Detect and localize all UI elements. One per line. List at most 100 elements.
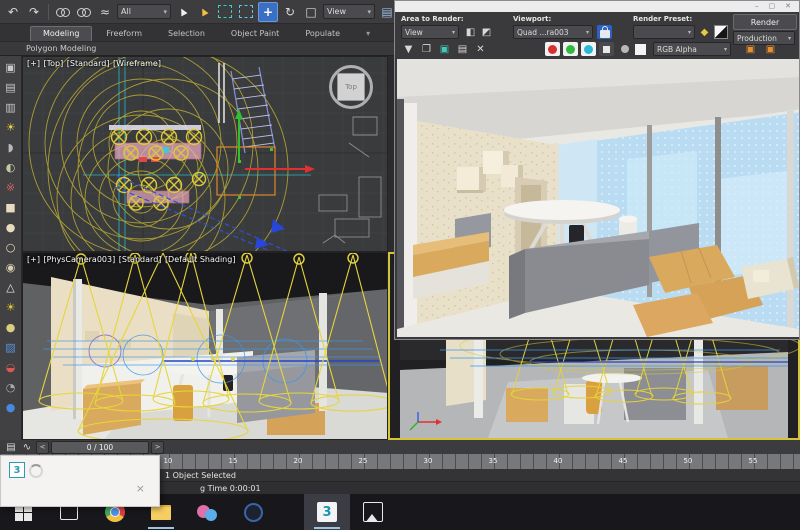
tick-label: 35 bbox=[489, 457, 498, 465]
time-slider-row: ▤ ∿ < 0 / 100 > bbox=[0, 440, 800, 454]
teapot-primitive-icon[interactable]: ◉ bbox=[2, 258, 20, 276]
print-image-icon[interactable]: ▤ bbox=[455, 42, 470, 56]
paint3d-button[interactable] bbox=[184, 494, 230, 530]
redo-icon[interactable]: ↷ bbox=[25, 3, 43, 21]
viewport-top-label: [+] [Top] [Standard] [Wireframe] bbox=[27, 59, 162, 68]
alpha-channel-icon[interactable] bbox=[599, 42, 614, 56]
viewcube-top-face[interactable]: Top bbox=[337, 73, 365, 101]
minimize-icon[interactable]: – bbox=[755, 3, 759, 10]
viewport-view-menu[interactable]: [PhysCamera003] bbox=[44, 255, 116, 264]
box-primitive-icon[interactable]: ■ bbox=[2, 198, 20, 216]
camera-view-canvas[interactable] bbox=[23, 253, 388, 440]
undo-icon[interactable]: ↶ bbox=[4, 3, 22, 21]
viewport-top[interactable]: [+] [Top] [Standard] [Wireframe] Top bbox=[22, 56, 388, 252]
tab-modeling[interactable]: Modeling bbox=[30, 26, 92, 41]
spheres-icon[interactable]: ◒ bbox=[2, 358, 20, 376]
layer-list-icon[interactable]: ▥ bbox=[2, 98, 20, 116]
green-channel-icon[interactable] bbox=[563, 42, 578, 56]
blob-primitive-icon[interactable]: ● bbox=[2, 218, 20, 236]
mini-curve-icon[interactable]: ∿ bbox=[20, 441, 34, 453]
environment-icon[interactable] bbox=[713, 25, 728, 39]
current-frame-field[interactable]: 0 / 100 bbox=[51, 441, 149, 454]
sun-light-icon[interactable]: ☀ bbox=[2, 298, 20, 316]
scale-tool-icon[interactable]: □ bbox=[302, 3, 320, 21]
move-tool-icon[interactable]: + bbox=[258, 2, 278, 22]
popup-close-icon[interactable]: × bbox=[136, 482, 145, 495]
viewport-style-menu[interactable]: [Standard] bbox=[67, 59, 110, 68]
save-image-icon[interactable]: ▼ bbox=[401, 42, 416, 56]
curve-editor-icon[interactable]: ▤ bbox=[4, 441, 18, 453]
disc-icon[interactable]: ● bbox=[2, 318, 20, 336]
app-circle-button[interactable] bbox=[230, 494, 276, 530]
crossing-selection-icon[interactable] bbox=[237, 3, 255, 21]
rotate-tool-icon[interactable]: ↻ bbox=[281, 3, 299, 21]
tan-box2 bbox=[716, 366, 768, 410]
viewport-lock-icon[interactable] bbox=[597, 25, 612, 39]
render-preset-dropdown[interactable]: ▾ bbox=[633, 25, 695, 39]
tab-freeform[interactable]: Freeform bbox=[94, 27, 154, 41]
render-frame-window[interactable]: – ▢ ✕ Area to Render: View ▾ ◧ ◩ Viewpor… bbox=[394, 0, 800, 340]
viewport-shading-menu[interactable]: [Default Shading] bbox=[165, 255, 236, 264]
tick-label: 45 bbox=[619, 457, 628, 465]
ball-icon[interactable]: ● bbox=[2, 398, 20, 416]
color-correct-icon[interactable]: ▣ bbox=[743, 42, 758, 56]
render-setup-teapot-icon[interactable]: ◆ bbox=[697, 25, 712, 39]
cone-primitive-icon[interactable]: △ bbox=[2, 278, 20, 296]
tab-populate[interactable]: Populate bbox=[293, 27, 352, 41]
clone-window-icon[interactable]: ▣ bbox=[437, 42, 452, 56]
rendered-image[interactable] bbox=[397, 59, 799, 337]
viewport-style-menu[interactable]: [Standard] bbox=[119, 255, 162, 264]
reference-coordinate-dropdown[interactable]: View ▾ bbox=[323, 4, 375, 19]
unlink-icon[interactable] bbox=[75, 3, 93, 21]
tab-selection[interactable]: Selection bbox=[156, 27, 217, 41]
table-top bbox=[582, 373, 642, 383]
scene-list-icon[interactable]: ▤ bbox=[2, 78, 20, 96]
monochrome-icon[interactable] bbox=[617, 42, 632, 56]
select-by-name-icon[interactable]: ▲ bbox=[192, 0, 216, 24]
viewport-menu-plus[interactable]: [+] bbox=[27, 59, 40, 68]
auto-region-icon[interactable]: ◩ bbox=[479, 25, 494, 39]
photos-taskbar-button[interactable] bbox=[350, 494, 396, 530]
red-channel-icon[interactable] bbox=[545, 42, 560, 56]
spotlight-icon[interactable]: ◗ bbox=[2, 138, 20, 156]
previous-frame-button[interactable]: < bbox=[36, 441, 49, 454]
display-alpha-icon[interactable] bbox=[633, 42, 648, 56]
area-to-render-dropdown[interactable]: View ▾ bbox=[401, 25, 459, 39]
photos-icon bbox=[363, 502, 383, 522]
clear-image-icon[interactable]: ✕ bbox=[473, 42, 488, 56]
render-window-titlebar[interactable]: – ▢ ✕ bbox=[395, 1, 799, 12]
photometric-light-icon[interactable]: ◐ bbox=[2, 158, 20, 176]
render-button[interactable]: Render bbox=[733, 14, 797, 30]
camera-body-icon[interactable]: ◔ bbox=[2, 378, 20, 396]
alpha-glyph bbox=[603, 46, 610, 53]
gamma-icon[interactable]: ▣ bbox=[763, 42, 778, 56]
maximize-icon[interactable]: ▢ bbox=[769, 3, 776, 10]
select-object-icon[interactable]: ▲ bbox=[171, 0, 195, 24]
viewport-menu-plus[interactable]: [+] bbox=[27, 255, 40, 264]
close-icon[interactable]: ✕ bbox=[785, 3, 791, 10]
channel-display-dropdown[interactable]: RGB Alpha ▾ bbox=[653, 42, 731, 56]
sphere-primitive-icon[interactable]: ○ bbox=[2, 238, 20, 256]
select-link-icon[interactable] bbox=[54, 3, 72, 21]
viewport-dropdown[interactable]: Quad ...ra003 ▾ bbox=[513, 25, 593, 39]
light-bulb-icon[interactable]: ☀ bbox=[2, 118, 20, 136]
omni-cluster-icon[interactable]: ※ bbox=[2, 178, 20, 196]
viewport-view-menu[interactable]: [Top] bbox=[44, 59, 64, 68]
render-progress-popup[interactable]: 3 × bbox=[0, 455, 160, 507]
3dsmax-taskbar-button[interactable]: 3 bbox=[304, 494, 350, 530]
viewport-shading-menu[interactable]: [Wireframe] bbox=[113, 59, 161, 68]
display-icon[interactable]: ▣ bbox=[2, 58, 20, 76]
copy-image-icon[interactable]: ❐ bbox=[419, 42, 434, 56]
rectangular-selection-icon[interactable] bbox=[216, 3, 234, 21]
blue-channel-icon[interactable] bbox=[581, 42, 596, 56]
next-frame-button[interactable]: > bbox=[151, 441, 164, 454]
tab-object-paint[interactable]: Object Paint bbox=[219, 27, 291, 41]
selection-filter-dropdown[interactable]: All ▾ bbox=[117, 4, 171, 19]
viewport-physcamera[interactable]: [+] [PhysCamera003] [Standard] [Default … bbox=[22, 252, 388, 440]
ribbon-options-icon[interactable]: ▾ bbox=[354, 27, 382, 41]
viewcube[interactable]: Top bbox=[329, 65, 373, 109]
area-to-render-value: View bbox=[405, 28, 423, 37]
edit-region-icon[interactable]: ◧ bbox=[463, 25, 478, 39]
bind-to-space-warp-icon[interactable]: ≈ bbox=[96, 3, 114, 21]
hatch-icon[interactable]: ▨ bbox=[2, 338, 20, 356]
